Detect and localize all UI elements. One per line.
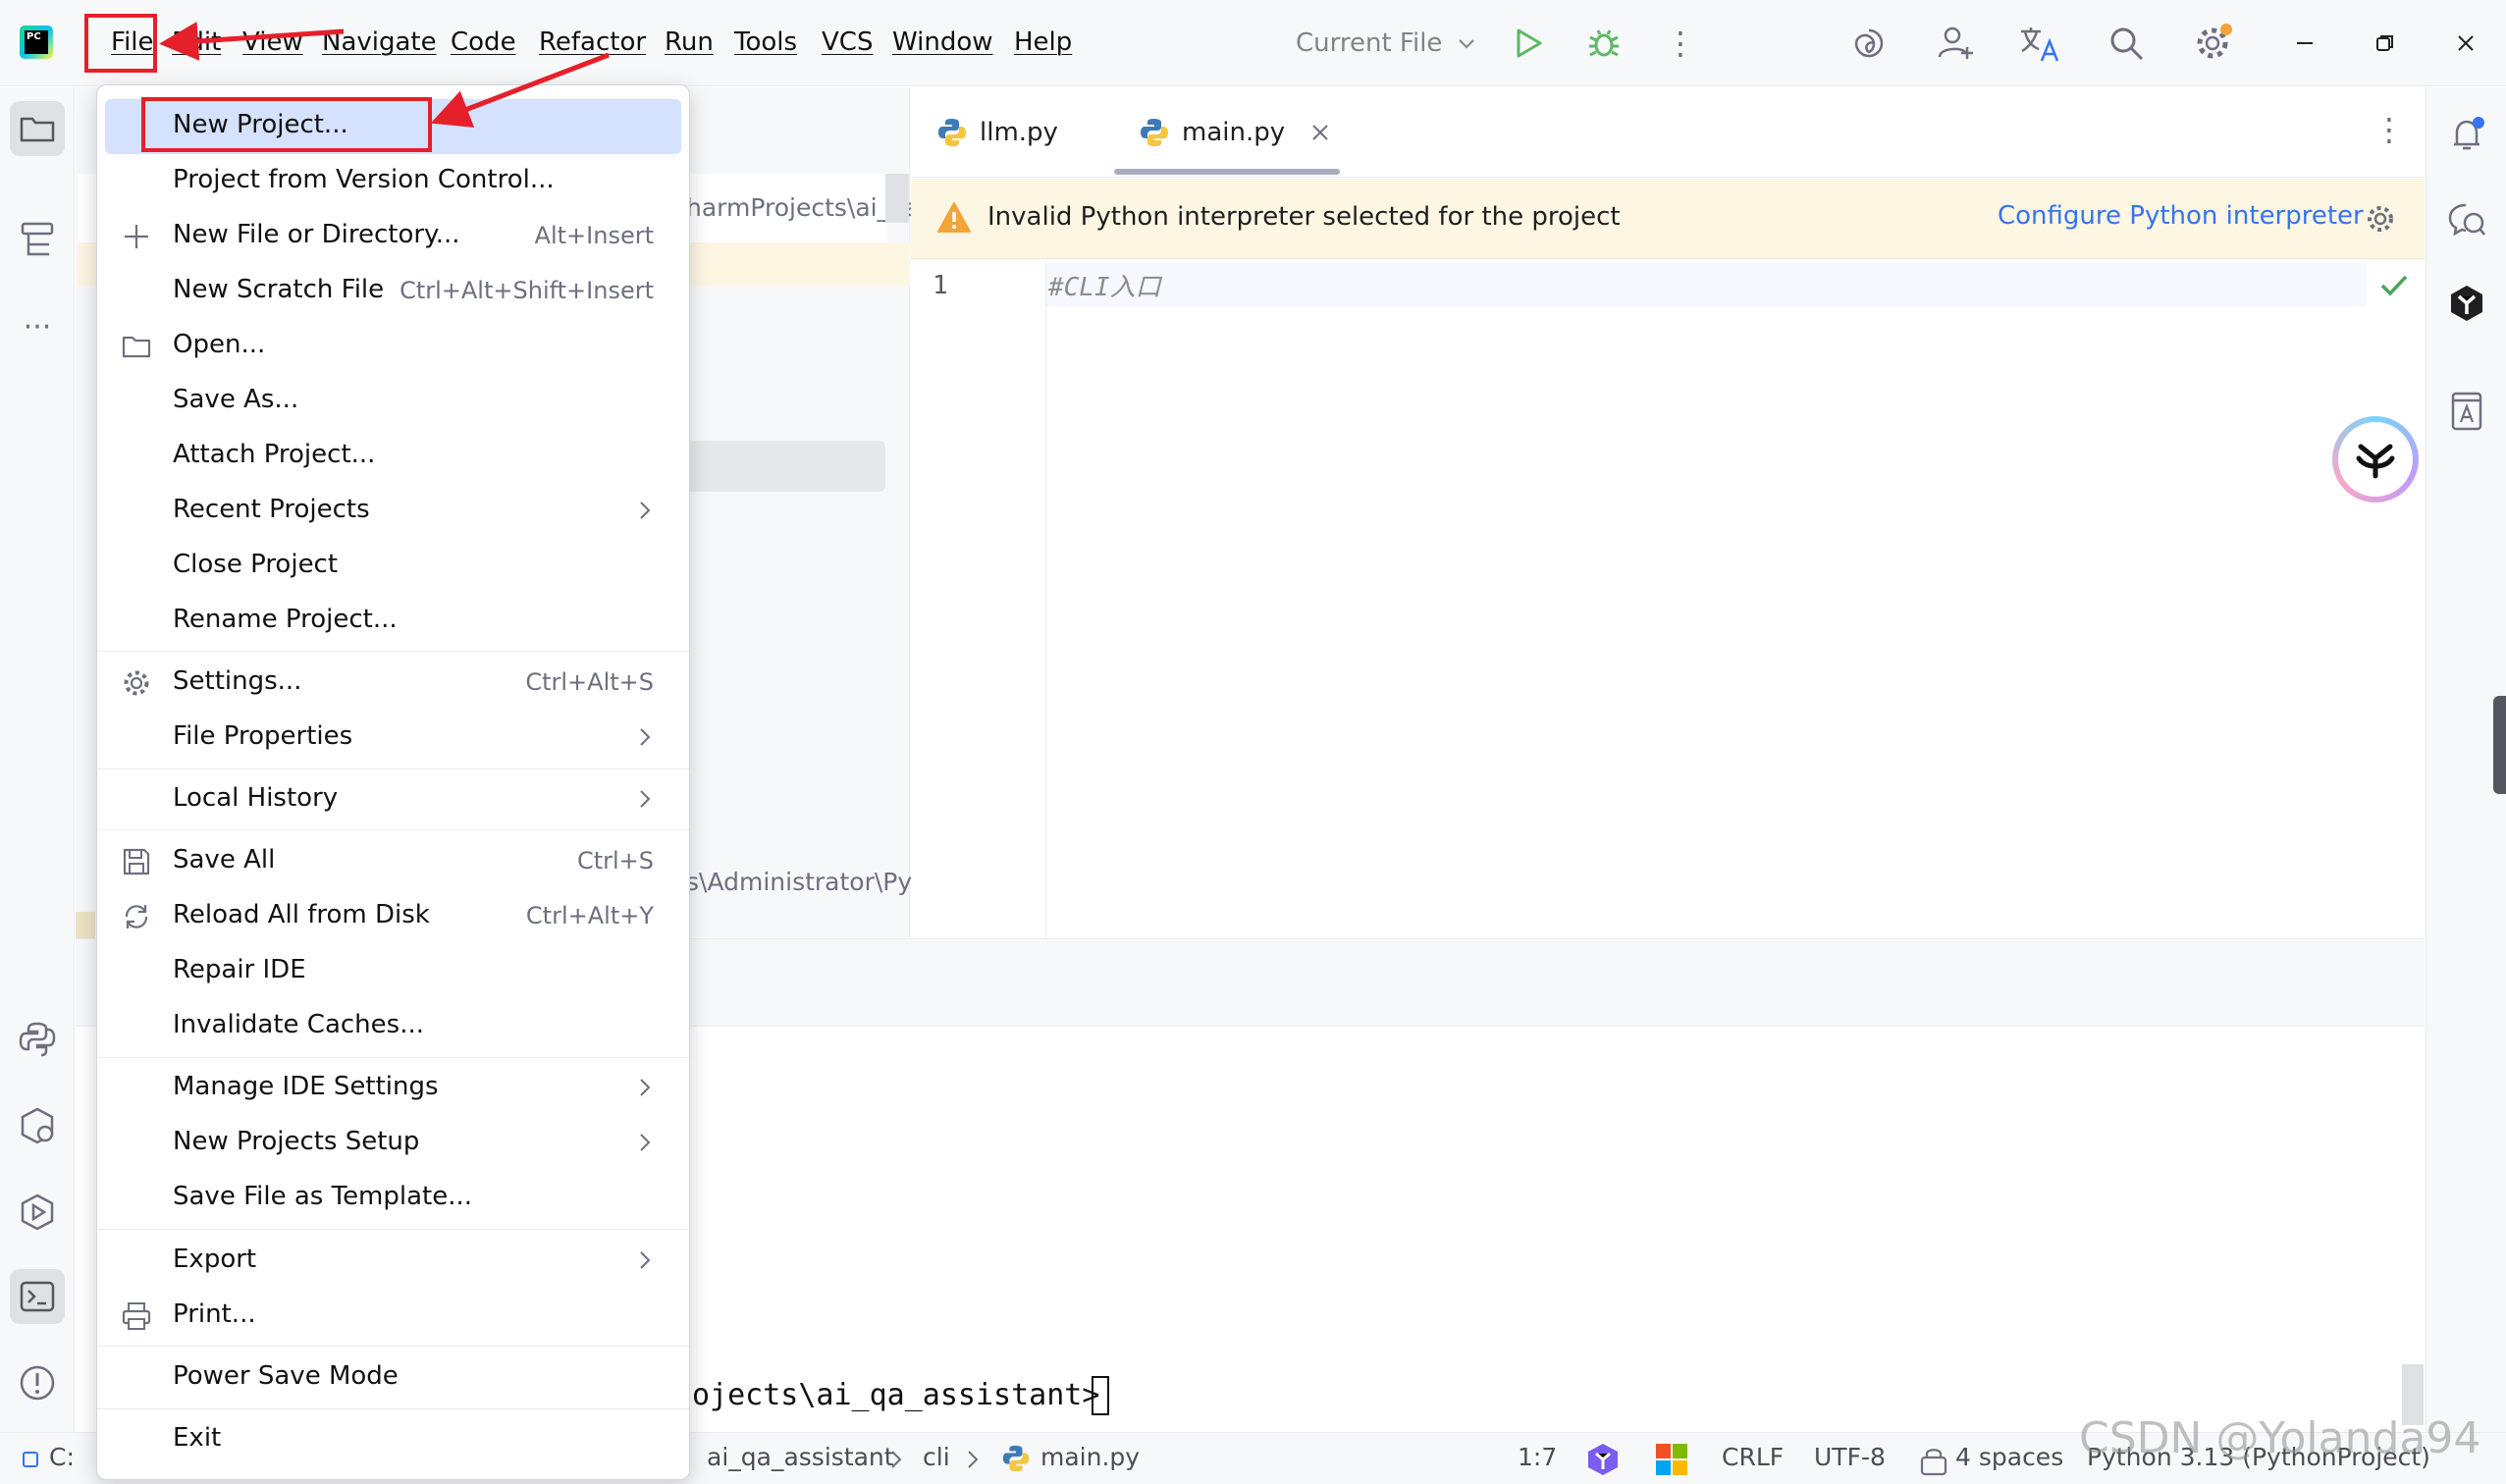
annotation-arrow-to-file [159, 22, 345, 61]
annotation-arrows [159, 22, 610, 128]
annotation-arrow-to-new-project [430, 52, 610, 128]
